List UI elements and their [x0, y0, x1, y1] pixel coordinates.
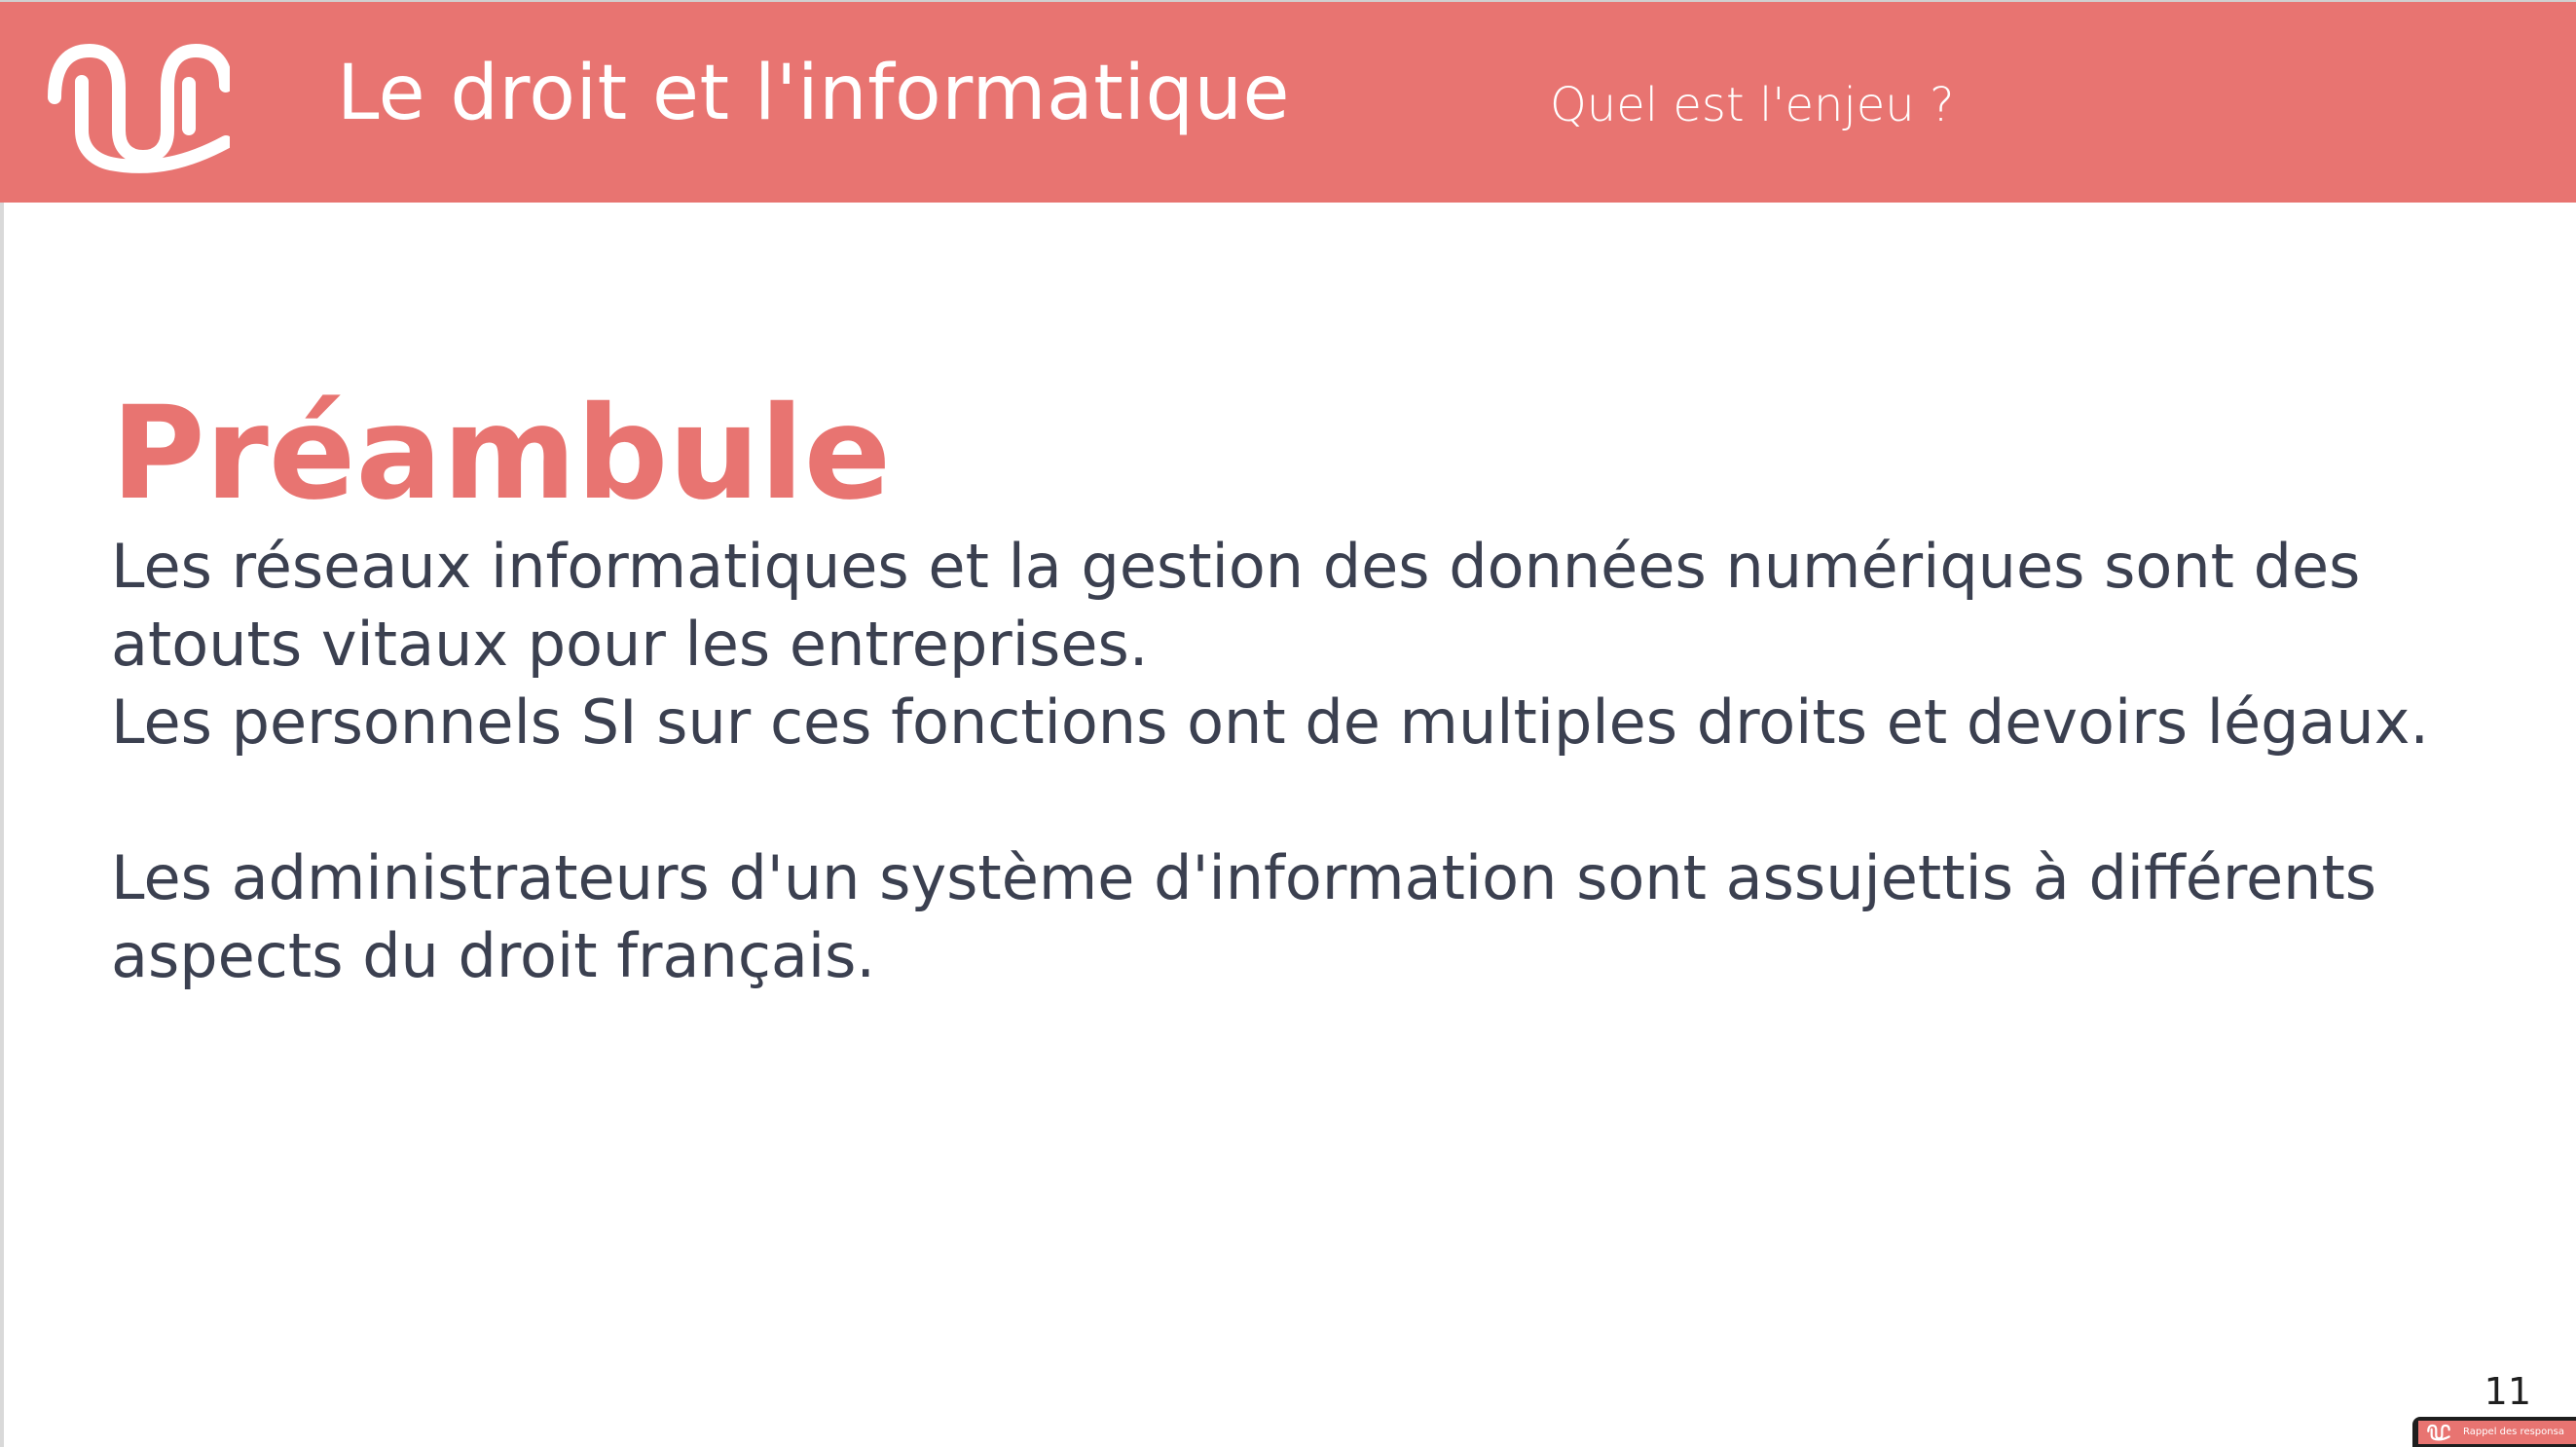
presentation-slide: Le droit et l'informatique Quel est l'en…	[0, 0, 2576, 1447]
paragraph-administrators: Les administrateurs d'un système d'infor…	[111, 842, 2377, 991]
paragraph-networks: Les réseaux informatiques et la gestion …	[111, 531, 2361, 680]
wave-logo-icon	[48, 44, 230, 173]
slide-header: Le droit et l'informatique Quel est l'en…	[0, 0, 2576, 203]
slide-body-text: Les réseaux informatiques et la gestion …	[111, 528, 2467, 995]
thumbnail-logo-icon	[2427, 1424, 2450, 1441]
next-slide-thumbnail[interactable]: Rappel des responsa	[2412, 1417, 2576, 1447]
page-number: 11	[2484, 1370, 2531, 1413]
thumbnail-header: Rappel des responsa	[2418, 1421, 2576, 1444]
paragraph-staff-rights: Les personnels SI sur ces fonctions ont …	[111, 686, 2430, 758]
thumbnail-label: Rappel des responsa	[2463, 1427, 2564, 1437]
slide-left-border	[0, 0, 4, 1447]
presentation-title: Le droit et l'informatique	[337, 50, 1290, 137]
slide-heading: Préambule	[111, 379, 892, 530]
section-title: Quel est l'enjeu ?	[1550, 78, 1955, 132]
